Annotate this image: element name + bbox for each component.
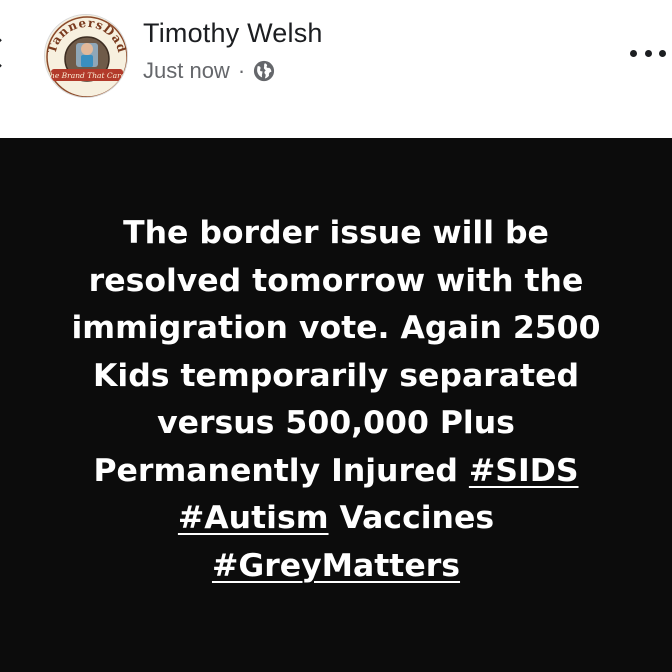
post-text-line: #GreyMatters xyxy=(0,543,672,591)
post-timestamp[interactable]: Just now xyxy=(143,58,230,84)
post-text: The border issue will be resolved tomorr… xyxy=(0,210,672,590)
hashtag-greymatters-link[interactable]: #GreyMatters xyxy=(212,548,460,584)
hashtag-autism-link[interactable]: #Autism xyxy=(178,500,329,536)
avatar[interactable]: TannersDad The Brand That Cares xyxy=(44,14,128,98)
avatar-logo-image: TannersDad The Brand That Cares xyxy=(45,15,128,97)
post-text-line: Kids temporarily separated xyxy=(92,357,579,394)
post-text-segment: Permanently Injured xyxy=(93,452,469,489)
more-options-button[interactable] xyxy=(630,46,666,60)
post-text-line: resolved tomorrow with the xyxy=(88,262,584,299)
post-text-line: The border issue will be xyxy=(123,215,549,251)
post-image[interactable]: The border issue will be resolved tomorr… xyxy=(0,138,672,672)
post-text-line: versus 500,000 Plus xyxy=(157,405,515,441)
post-text-line: #Autism Vaccines xyxy=(0,495,672,543)
post-text-segment: Vaccines xyxy=(328,500,495,536)
chevron-left-icon[interactable] xyxy=(0,37,15,69)
author-name[interactable]: Timothy Welsh xyxy=(143,18,323,49)
more-horizontal-icon xyxy=(630,49,637,57)
svg-text:The Brand That Cares: The Brand That Cares xyxy=(45,71,128,80)
hashtag-sids-link[interactable]: #SIDS xyxy=(469,453,579,489)
more-horizontal-icon xyxy=(659,49,666,57)
meta-separator: · xyxy=(237,58,246,83)
more-horizontal-icon xyxy=(644,49,652,57)
post-text-line: Permanently Injured #SIDS xyxy=(0,448,672,496)
globe-icon xyxy=(254,60,275,82)
post-meta: Just now · xyxy=(143,56,275,86)
post-text-line: immigration vote. Again 2500 xyxy=(71,310,601,346)
post-header: TannersDad The Brand That Cares Timothy … xyxy=(0,0,672,138)
